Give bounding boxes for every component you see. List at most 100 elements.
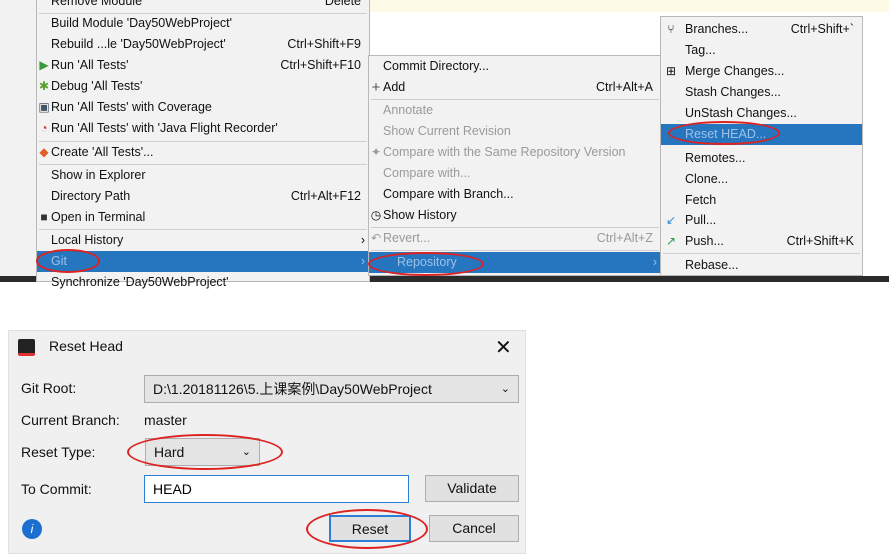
cancel-button[interactable]: Cancel xyxy=(429,515,519,542)
label: Synchronize 'Day50WebProject' xyxy=(51,275,229,289)
label: Annotate xyxy=(383,103,434,117)
label: Run 'All Tests' with 'Java Flight Record… xyxy=(51,121,278,135)
label: Directory Path xyxy=(51,189,131,203)
menu-item-clone[interactable]: Clone... xyxy=(661,169,862,190)
chevron-down-icon: ⌄ xyxy=(500,383,510,395)
menu-item-show-in-explorer[interactable]: Show in Explorer xyxy=(37,165,369,186)
highlight-ellipse xyxy=(36,249,100,273)
merge-icon: ⊞ xyxy=(665,64,677,78)
menu-item-open-terminal[interactable]: ■ Open in Terminal xyxy=(37,207,369,228)
submenu-arrow-icon: › xyxy=(360,233,365,247)
editor-notification-band xyxy=(370,0,889,12)
menu-item-show-history[interactable]: ◷ Show History xyxy=(369,205,661,226)
label: Debug 'All Tests' xyxy=(51,79,143,93)
menu-item-run-tests[interactable]: ▶ Run 'All Tests' Ctrl+Shift+F10 xyxy=(37,55,369,76)
menu-item-run-jfr[interactable]: ◔ Run 'All Tests' with 'Java Flight Recor… xyxy=(37,118,369,139)
menu-item-revert[interactable]: ↶ Revert... Ctrl+Alt+Z xyxy=(369,228,661,249)
menu-item-push[interactable]: ↗ Push... Ctrl+Shift+K xyxy=(661,231,862,252)
debug-icon: ✱ xyxy=(38,79,50,93)
menu-item-unstash[interactable]: UnStash Changes... xyxy=(661,103,862,124)
close-icon[interactable]: ✕ xyxy=(495,335,512,360)
shortcut: Ctrl+Alt+Z xyxy=(596,231,653,245)
menu-item-merge-changes[interactable]: ⊞ Merge Changes... xyxy=(661,61,862,82)
menu-item-compare-same-version[interactable]: ✦ Compare with the Same Repository Versio… xyxy=(369,142,661,163)
label: Merge Changes... xyxy=(685,64,785,78)
dialog-title: Reset Head xyxy=(49,338,123,354)
label: Local History xyxy=(51,233,124,247)
label: Compare with... xyxy=(383,166,471,180)
label: Show Current Revision xyxy=(383,124,511,138)
highlight-ellipse xyxy=(668,121,780,145)
label: Remotes... xyxy=(685,151,746,165)
menu-item-compare-branch[interactable]: Compare with Branch... xyxy=(369,184,661,205)
to-commit-input[interactable] xyxy=(144,475,409,503)
menu-item-annotate[interactable]: Annotate xyxy=(369,100,661,121)
highlight-ellipse xyxy=(127,434,283,470)
branch-icon: ⑂ xyxy=(667,22,675,36)
label: Rebuild ...le 'Day50WebProject' xyxy=(51,37,226,51)
current-branch-value: master xyxy=(144,412,187,428)
project-tree-strip xyxy=(0,0,36,280)
context-menu: Remove Module Delete Build Module 'Day50W… xyxy=(36,0,370,289)
menu-item-tag[interactable]: Tag... xyxy=(661,40,862,61)
menu-item-run-coverage[interactable]: ▣ Run 'All Tests' with Coverage xyxy=(37,97,369,118)
info-icon[interactable]: i xyxy=(22,519,42,539)
menu-item-local-history[interactable]: Local History › xyxy=(37,230,369,251)
label: Compare with Branch... xyxy=(383,187,514,201)
label: Run 'All Tests' with Coverage xyxy=(51,100,212,114)
menu-item-create-tests[interactable]: ◆ Create 'All Tests'... xyxy=(37,142,369,163)
repository-submenu: ⑂ Branches... Ctrl+Shift+` Tag... ⊞ Merge C… xyxy=(660,16,863,276)
clock-icon: ◷ xyxy=(370,208,382,222)
label: Stash Changes... xyxy=(685,85,781,99)
submenu-arrow-icon: › xyxy=(652,255,657,269)
menu-item-pull[interactable]: ↙ Pull... xyxy=(661,210,862,231)
run-icon: ▶ xyxy=(39,58,49,72)
label: Show in Explorer xyxy=(51,168,146,182)
menu-item-stash[interactable]: Stash Changes... xyxy=(661,82,862,103)
menu-item-compare-with[interactable]: Compare with... xyxy=(369,163,661,184)
menu-item-build-module[interactable]: Build Module 'Day50WebProject' xyxy=(37,13,369,34)
revert-icon: ↶ xyxy=(370,231,382,245)
label: Clone... xyxy=(685,172,729,186)
value: D:\1.20181126\5.上课案例\Day50WebProject xyxy=(153,381,432,397)
push-arrow-icon: ↗ xyxy=(665,234,677,248)
menu-item-directory-path[interactable]: Directory Path Ctrl+Alt+F12 xyxy=(37,186,369,207)
menu-item-fetch[interactable]: Fetch xyxy=(661,190,862,211)
shortcut: Ctrl+Shift+` xyxy=(790,22,854,36)
menu-item-rebuild[interactable]: Rebuild ...le 'Day50WebProject' Ctrl+Shif… xyxy=(37,34,369,55)
menu-item-debug-tests[interactable]: ✱ Debug 'All Tests' xyxy=(37,76,369,97)
label: Branches... xyxy=(685,22,749,36)
git-root-label: Git Root: xyxy=(21,380,77,396)
label: Tag... xyxy=(685,43,716,57)
to-commit-label: To Commit: xyxy=(21,481,92,497)
current-branch-label: Current Branch: xyxy=(21,412,120,428)
shortcut: Ctrl+Shift+F9 xyxy=(287,37,361,51)
reset-head-dialog: Reset Head ✕ Git Root: D:\1.20181126\5.上… xyxy=(8,330,526,554)
label: Push... xyxy=(685,234,724,248)
menu-item-show-current-revision[interactable]: Show Current Revision xyxy=(369,121,661,142)
shortcut: Ctrl+Shift+F10 xyxy=(280,58,361,72)
label: Rebase... xyxy=(685,258,739,272)
plus-icon: + xyxy=(371,79,381,96)
menu-item-branches[interactable]: ⑂ Branches... Ctrl+Shift+` xyxy=(661,19,862,40)
label: Remove Module xyxy=(51,0,143,8)
menu-item-remove-module[interactable]: Remove Module Delete xyxy=(37,0,369,12)
profiler-icon: ◔ xyxy=(40,121,48,135)
shortcut: Ctrl+Shift+K xyxy=(786,234,854,248)
highlight-ellipse xyxy=(368,252,484,276)
shortcut: Ctrl+Alt+F12 xyxy=(290,189,361,203)
menu-item-synchronize[interactable]: Synchronize 'Day50WebProject' xyxy=(37,272,369,293)
label: Fetch xyxy=(685,193,717,207)
git-root-dropdown[interactable]: D:\1.20181126\5.上课案例\Day50WebProject ⌄ xyxy=(144,375,519,403)
label: Open in Terminal xyxy=(51,210,146,224)
label: Revert... xyxy=(383,231,431,245)
validate-button[interactable]: Validate xyxy=(425,475,519,502)
menu-item-add[interactable]: + Add Ctrl+Alt+A xyxy=(369,77,661,98)
label: Run 'All Tests' xyxy=(51,58,129,72)
coverage-icon: ▣ xyxy=(38,100,50,114)
menu-item-remotes[interactable]: Remotes... xyxy=(661,148,862,169)
separator xyxy=(371,250,659,251)
menu-item-commit-directory[interactable]: Commit Directory... xyxy=(369,56,661,77)
menu-item-rebase[interactable]: Rebase... xyxy=(661,255,862,276)
highlight-ellipse xyxy=(306,509,428,549)
